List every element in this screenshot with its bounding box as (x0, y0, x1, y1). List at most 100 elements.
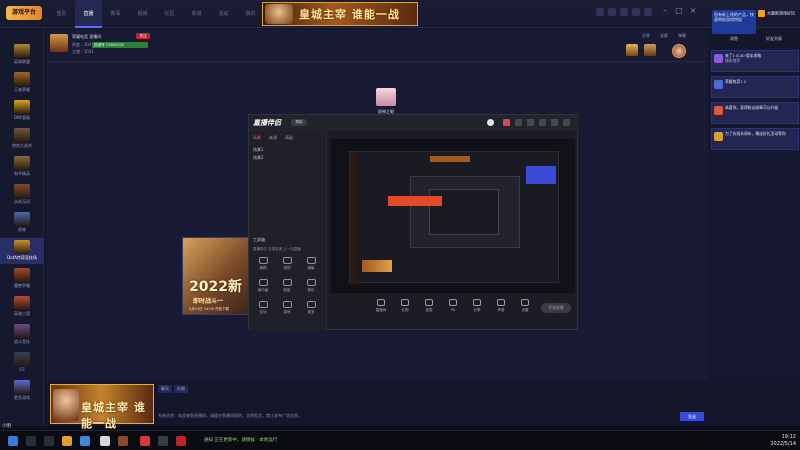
app2-icon[interactable] (158, 436, 168, 446)
toolbox-item[interactable]: 游戏 (275, 299, 299, 321)
tool-icon (306, 257, 316, 264)
tool-tab[interactable]: 场景 (253, 135, 261, 140)
record-icon[interactable] (503, 119, 510, 126)
tool-bottom-button[interactable]: 礼物 (395, 299, 415, 313)
sidebar-game-item[interactable]: 和平精英 (0, 154, 44, 180)
help-badge[interactable]: 帮助 (291, 119, 307, 126)
sidebar-game-item[interactable]: 英雄联盟 (0, 42, 44, 68)
search-icon[interactable] (26, 436, 36, 446)
sidebar-game-item[interactable]: 更多游戏 (0, 378, 44, 404)
chat-input[interactable]: 系统消息：欢迎来到直播间，请遵守直播间规则，文明发言，禁止发布广告信息。 (158, 413, 678, 421)
news-card[interactable]: 荣耀电竞1 2 (711, 76, 799, 98)
close-icon[interactable]: × (688, 6, 698, 16)
rank-icon[interactable] (644, 44, 656, 56)
danmaku-button[interactable]: 弹幕 (678, 33, 686, 39)
settings-icon[interactable] (620, 8, 628, 16)
maximize-icon[interactable]: □ (674, 6, 684, 16)
toolbox-item[interactable]: 音乐 (299, 277, 323, 299)
sidebar-game-item[interactable]: CS (0, 350, 44, 376)
sidebar-game-item[interactable]: 魔兽争霸 (0, 266, 44, 292)
tool-tab[interactable]: 高级 (285, 135, 293, 140)
host-avatar[interactable] (672, 44, 686, 58)
mail-icon[interactable] (515, 119, 522, 126)
scene-item[interactable]: 场景1 (253, 147, 264, 153)
game-icon (14, 156, 30, 170)
app-logo[interactable]: 游戏平台 (6, 6, 42, 20)
gift-icon[interactable] (527, 119, 534, 126)
top-banner[interactable]: 皇城主宰 谁能一战 (262, 2, 418, 26)
badge-icon[interactable] (626, 44, 638, 56)
toolbox-item[interactable]: 互动 (251, 299, 275, 321)
game-icon (14, 212, 30, 226)
notification-icon[interactable] (596, 8, 604, 16)
chat-tab[interactable]: 礼物 (174, 385, 188, 393)
start-stream-button[interactable]: 开始直播 (541, 303, 571, 313)
sidebar-game-item[interactable]: DotA传奇竞技场 (0, 238, 44, 264)
toolbox-item[interactable]: 画中画 (251, 277, 275, 299)
chat-tab[interactable]: 聊天 (158, 385, 172, 393)
nav-tab[interactable]: 商城 (183, 0, 210, 28)
toolbox-item[interactable]: 弹幕 (299, 255, 323, 277)
ad-card[interactable]: 2022新 即时战斗一 5月14日 14:00 开放下载 (182, 237, 250, 315)
mail-icon[interactable] (608, 8, 616, 16)
toolbox-item[interactable]: 贴纸 (275, 277, 299, 299)
news-card[interactable]: 为了庆祝本周年，赠送好礼活动等你 (711, 128, 799, 150)
game-icon[interactable] (118, 436, 128, 446)
tool-bottom-button[interactable]: 设置 (515, 299, 535, 313)
promo-notice[interactable]: 您有新上线的产品，快速审核游戏特权 (712, 10, 756, 34)
nav-tab[interactable]: 视频 (129, 0, 156, 28)
toolbox-item[interactable]: 更多 (299, 299, 323, 321)
sidebar-game-item[interactable]: 王者荣耀 (0, 70, 44, 96)
tool-left-panel: 场景 来源 高级 场景1 场景2 工具箱 直播助手 礼物答谢 上一次直播 美颜 滤镜 弹… (249, 131, 327, 331)
task-view-icon[interactable] (44, 436, 54, 446)
room-avatar[interactable] (50, 34, 68, 52)
menu-icon[interactable] (551, 119, 558, 126)
minimize-icon[interactable]: – (660, 6, 670, 16)
news-card[interactable]: 来了1 8.40 版本攻略 精彩推荐 (711, 50, 799, 72)
messages-button[interactable]: 消息 (730, 36, 738, 42)
sidebar-game-item[interactable]: 永劫无间 (0, 182, 44, 208)
news-card[interactable]: 恭喜你，获得粉丝勋章可以升级 (711, 102, 799, 124)
nav-tab[interactable]: 直播 (75, 0, 102, 28)
send-button[interactable]: 发送 (680, 412, 704, 421)
follow-button[interactable]: 关注 (136, 33, 150, 39)
toolbox-item[interactable]: 滤镜 (275, 255, 299, 277)
app-icon[interactable] (100, 436, 110, 446)
menu-icon[interactable] (644, 8, 652, 16)
tool-bottom-button[interactable]: 声音 (491, 299, 511, 313)
fullscreen-button[interactable]: 全屏 (660, 33, 668, 39)
tool-bottom-button[interactable]: 连麦 (419, 299, 439, 313)
friends-button[interactable]: 好友列表 (766, 36, 782, 42)
nav-tab[interactable]: 首页 (48, 0, 75, 28)
live-icon[interactable] (140, 436, 150, 446)
nav-tab[interactable]: 赛事 (102, 0, 129, 28)
skin-icon[interactable] (632, 8, 640, 16)
game-icon (14, 44, 30, 58)
nav-tab[interactable]: 活动 (210, 0, 237, 28)
app3-icon[interactable] (176, 436, 186, 446)
avatar-icon[interactable] (487, 119, 494, 126)
scene-item[interactable]: 场景2 (253, 155, 264, 161)
user-name[interactable]: 小明 (2, 423, 11, 429)
toolbox-label: 更多 (307, 310, 315, 314)
close-icon[interactable] (563, 119, 570, 126)
tool-bottom-button[interactable]: PK (443, 299, 463, 312)
sidebar-game-item[interactable]: 战斗竞技 (0, 322, 44, 348)
tool-bottom-button[interactable]: 直播间 (371, 299, 391, 313)
sidebar-game-item[interactable]: 原神 (0, 210, 44, 236)
nav-tab[interactable]: 我的 (237, 0, 264, 28)
start-icon[interactable] (8, 436, 18, 446)
tool-bottom-button[interactable]: 分享 (467, 299, 487, 313)
toolbox-item[interactable]: 美颜 (251, 255, 275, 277)
sidebar-game-item[interactable]: DNF超级 (0, 98, 44, 124)
explorer-icon[interactable] (80, 436, 90, 446)
promo-gift[interactable]: 大量新游戏好玩 (758, 10, 798, 34)
share-button[interactable]: 分享 (642, 33, 650, 39)
sidebar-game-item[interactable]: 英雄三国 (0, 294, 44, 320)
browser-icon[interactable] (62, 436, 72, 446)
sidebar-game-item[interactable]: 绝地大逃杀 (0, 126, 44, 152)
nav-tab[interactable]: 社区 (156, 0, 183, 28)
tool-tab[interactable]: 来源 (269, 135, 277, 140)
bottom-banner[interactable]: 皇城主宰 谁能一战 (50, 384, 154, 430)
shield-icon[interactable] (539, 119, 546, 126)
